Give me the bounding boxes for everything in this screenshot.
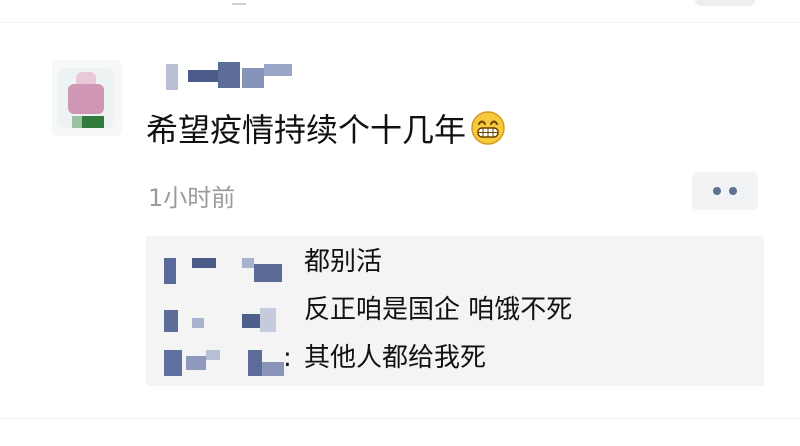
- comment-author-redacted[interactable]: [156, 342, 290, 376]
- comment-author-redacted[interactable]: [156, 246, 290, 284]
- more-options-button[interactable]: [692, 172, 758, 210]
- comment-row[interactable]: 都别活: [146, 240, 764, 284]
- post-content: 希望疫情持续个十几年: [146, 108, 507, 149]
- comment-row[interactable]: 反正咱是国企 咱饿不死: [146, 288, 764, 332]
- post-text: 希望疫情持续个十几年: [146, 111, 467, 149]
- dot-icon: [729, 187, 737, 195]
- dot-icon: [713, 187, 721, 195]
- post-timestamp: 1小时前: [148, 184, 236, 212]
- comment-colon: :: [283, 343, 292, 373]
- author-nickname-redacted[interactable]: [160, 58, 295, 90]
- previous-item-edge: [0, 0, 800, 24]
- comment-row[interactable]: : 其他人都给我死: [146, 336, 764, 380]
- avatar[interactable]: [52, 60, 122, 136]
- grinning-face-icon: [469, 110, 507, 146]
- comment-text: 反正咱是国企 咱饿不死: [304, 295, 573, 325]
- comment-text: 都别活: [304, 247, 383, 277]
- divider: [0, 418, 800, 419]
- comments-panel: 都别活 反正咱是国企 咱饿不死 : 其他人都给我死: [146, 236, 764, 386]
- comment-text: 其他人都给我死: [304, 343, 487, 373]
- comment-author-redacted[interactable]: [156, 294, 290, 332]
